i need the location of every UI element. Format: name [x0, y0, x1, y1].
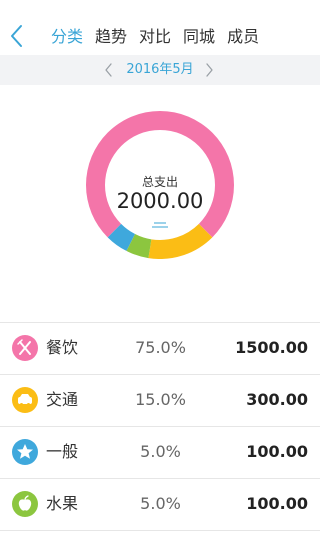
category-percent: 5.0% — [140, 494, 181, 513]
utensils-icon — [12, 335, 38, 361]
chevron-left-icon — [105, 63, 112, 77]
category-amount: 300.00 — [246, 390, 308, 409]
total-expense-label: 总支出 — [141, 175, 178, 189]
total-expense-value: 2000.00 — [116, 189, 204, 213]
back-button[interactable] — [6, 22, 30, 50]
category-row[interactable]: 一般 5.0% 100.00 — [0, 427, 320, 479]
chevron-right-icon — [206, 63, 213, 77]
category-name: 交通 — [46, 390, 79, 409]
tab-bar: 分类 趋势 对比 同城 成员 — [51, 26, 259, 50]
category-name: 水果 — [46, 494, 79, 513]
month-label: 2016年5月 — [126, 62, 194, 77]
currency-icon[interactable] — [151, 220, 169, 230]
category-amount: 100.00 — [246, 442, 308, 461]
month-selector: 2016年5月 — [0, 55, 320, 85]
top-bar: 分类 趋势 对比 同城 成员 — [0, 0, 320, 55]
category-name: 一般 — [46, 442, 79, 461]
category-row[interactable]: 水果 5.0% 100.00 — [0, 479, 320, 531]
category-list: 餐饮 75.0% 1500.00 交通 15.0% 300.00 一般 5.0%… — [0, 322, 320, 531]
chart-area: 总支出 2000.00 — [0, 85, 320, 322]
tab-trend[interactable]: 趋势 — [95, 26, 127, 50]
apple-icon — [12, 491, 38, 517]
tab-same-city[interactable]: 同城 — [183, 26, 215, 50]
category-name: 餐饮 — [46, 338, 79, 357]
chevron-left-icon — [11, 25, 22, 47]
category-percent: 15.0% — [135, 390, 186, 409]
star-icon — [12, 439, 38, 465]
tab-compare[interactable]: 对比 — [139, 26, 171, 50]
category-row[interactable]: 餐饮 75.0% 1500.00 — [0, 323, 320, 375]
category-amount: 1500.00 — [235, 338, 308, 357]
next-month-button[interactable] — [201, 61, 217, 79]
category-percent: 5.0% — [140, 442, 181, 461]
category-amount: 100.00 — [246, 494, 308, 513]
tab-category[interactable]: 分类 — [51, 26, 83, 50]
tab-members[interactable]: 成员 — [227, 26, 259, 50]
category-row[interactable]: 交通 15.0% 300.00 — [0, 375, 320, 427]
previous-month-button[interactable] — [101, 61, 117, 79]
category-percent: 75.0% — [135, 338, 186, 357]
car-icon — [12, 387, 38, 413]
